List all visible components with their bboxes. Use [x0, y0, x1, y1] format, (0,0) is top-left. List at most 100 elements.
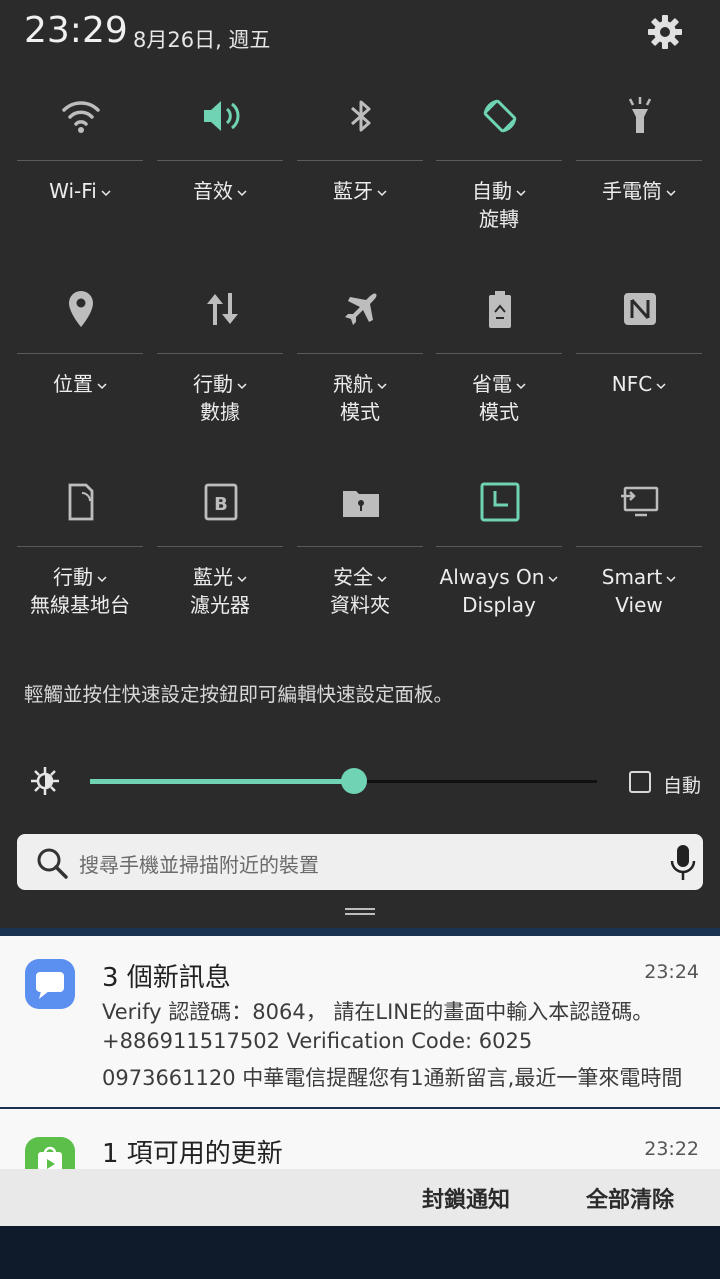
- blue-light-filter-icon: B: [200, 481, 242, 523]
- tile-label: 省電 模式: [436, 370, 562, 426]
- quick-tile-nfc[interactable]: NFC: [576, 288, 702, 478]
- smart-view-icon: [619, 481, 661, 523]
- svg-text:B: B: [214, 494, 228, 515]
- tile-label: 手電筒: [576, 177, 702, 205]
- quick-tile-hotspot[interactable]: 行動 無線基地台: [17, 481, 143, 671]
- tile-label-text: Always On Display: [440, 565, 559, 617]
- notification-time: 23:22: [644, 1138, 699, 1160]
- quick-tile-mobile-data[interactable]: 行動 數據: [157, 288, 283, 478]
- tile-divider: [436, 546, 562, 547]
- quick-tile-smart-view[interactable]: Smart View: [576, 481, 702, 671]
- tile-label-text: Smart View: [602, 565, 677, 617]
- auto-rotate-icon: [479, 95, 521, 137]
- hotspot-icon: [60, 481, 102, 523]
- notification-time: 23:24: [644, 961, 699, 983]
- auto-brightness-label: 自動: [663, 775, 702, 797]
- tile-label-text: NFC: [612, 372, 666, 396]
- tile-divider: [157, 546, 283, 547]
- panel-drag-handle[interactable]: [345, 908, 375, 916]
- tile-label: 行動 數據: [157, 370, 283, 426]
- quick-tile-wifi[interactable]: Wi-Fi: [17, 95, 143, 285]
- tile-divider: [576, 546, 702, 547]
- tile-divider: [297, 546, 423, 547]
- tile-label-text: 自動 旋轉: [472, 179, 526, 231]
- brightness-icon: [30, 766, 60, 796]
- edit-hint: 輕觸並按住快速設定按鈕即可編輯快速設定面板。: [24, 683, 454, 706]
- notification-actions-bar: 封鎖通知 全部清除: [0, 1169, 720, 1226]
- brightness-slider-fill: [90, 779, 354, 784]
- tile-label: Wi-Fi: [17, 177, 143, 205]
- tile-divider: [436, 160, 562, 161]
- date: 8月26日, 週五: [133, 28, 271, 52]
- tile-label: 自動 旋轉: [436, 177, 562, 233]
- tile-divider: [297, 353, 423, 354]
- bluetooth-icon: [340, 95, 382, 137]
- tile-label: 安全 資料夾: [297, 563, 423, 619]
- airplane-icon: [340, 288, 382, 330]
- tile-label-text: 省電 模式: [472, 372, 526, 424]
- quick-tile-blue-light-filter[interactable]: B 藍光 濾光器: [157, 481, 283, 671]
- search-input[interactable]: 搜尋手機並掃描附近的裝置: [79, 849, 319, 878]
- tile-divider: [157, 353, 283, 354]
- tile-divider: [17, 353, 143, 354]
- tile-label-text: 位置: [53, 372, 107, 396]
- status-bar: 23:29 8月26日, 週五: [0, 0, 720, 70]
- tile-label: 行動 無線基地台: [17, 563, 143, 619]
- tile-divider: [436, 353, 562, 354]
- flashlight-icon: [619, 95, 661, 137]
- tile-label: Always On Display: [436, 563, 562, 619]
- notification-line: 0973661120 中華電信提醒您有1通新留言,最近一筆來電時間: [102, 1066, 683, 1090]
- quick-tile-flashlight[interactable]: 手電筒: [576, 95, 702, 285]
- tile-label-text: 行動 數據: [193, 372, 247, 424]
- volume-icon: [200, 95, 242, 137]
- gear-icon[interactable]: [645, 12, 685, 52]
- wallpaper-strip: [0, 1226, 720, 1279]
- quick-tile-auto-rotate[interactable]: 自動 旋轉: [436, 95, 562, 285]
- quick-tile-power-saving[interactable]: 省電 模式: [436, 288, 562, 478]
- device-search-bar[interactable]: 搜尋手機並掃描附近的裝置: [17, 834, 703, 890]
- tile-label-text: 藍牙: [333, 179, 387, 203]
- quick-tile-bluetooth[interactable]: 藍牙: [297, 95, 423, 285]
- quick-tile-location[interactable]: 位置: [17, 288, 143, 478]
- tile-divider: [17, 546, 143, 547]
- tile-label-text: 音效: [193, 179, 247, 203]
- tile-label: 音效: [157, 177, 283, 205]
- tile-label: 藍牙: [297, 177, 423, 205]
- tile-label: Smart View: [576, 563, 702, 619]
- messages-icon: [25, 959, 75, 1009]
- notification-card[interactable]: 1 項可用的更新 23:22: [0, 1109, 720, 1169]
- tile-label-text: 行動 無線基地台: [30, 565, 130, 617]
- tile-label: 藍光 濾光器: [157, 563, 283, 619]
- notification-title: 1 項可用的更新: [102, 1139, 283, 1169]
- tile-label-text: 飛航 模式: [333, 372, 387, 424]
- tile-divider: [297, 160, 423, 161]
- tile-label: 位置: [17, 370, 143, 398]
- tile-label-text: 手電筒: [602, 179, 676, 203]
- tile-divider: [576, 353, 702, 354]
- notification-line: +886911517502 Verification Code: 6025: [102, 1029, 533, 1053]
- tile-label-text: 藍光 濾光器: [190, 565, 250, 617]
- tile-label: 飛航 模式: [297, 370, 423, 426]
- notification-line: Verify 認證碼：8064， 請在LINE的畫面中輸入本認證碼。: [102, 1000, 654, 1024]
- microphone-icon[interactable]: [668, 844, 698, 882]
- tile-label-text: Wi-Fi: [49, 179, 111, 203]
- quick-tile-always-on-display[interactable]: Always On Display: [436, 481, 562, 671]
- clear-all-button[interactable]: 全部清除: [586, 1182, 674, 1214]
- tile-label-text: 安全 資料夾: [330, 565, 390, 617]
- quick-tile-secure-folder[interactable]: 安全 資料夾: [297, 481, 423, 671]
- block-notifications-button[interactable]: 封鎖通知: [422, 1182, 510, 1214]
- secure-folder-icon: [340, 481, 382, 523]
- tile-divider: [17, 160, 143, 161]
- tile-divider: [157, 160, 283, 161]
- store-update-icon: [25, 1137, 75, 1169]
- notification-title: 3 個新訊息: [102, 963, 231, 993]
- tile-label: NFC: [576, 370, 702, 398]
- quick-tile-volume[interactable]: 音效: [157, 95, 283, 285]
- auto-brightness-checkbox[interactable]: [629, 771, 651, 793]
- brightness-slider-knob[interactable]: [341, 768, 367, 794]
- quick-tile-airplane[interactable]: 飛航 模式: [297, 288, 423, 478]
- clock: 23:29: [24, 10, 128, 51]
- notification-card[interactable]: 3 個新訊息 23:24 Verify 認證碼：8064， 請在LINE的畫面中…: [0, 936, 720, 1107]
- wifi-icon: [60, 95, 102, 137]
- nfc-icon: [619, 288, 661, 330]
